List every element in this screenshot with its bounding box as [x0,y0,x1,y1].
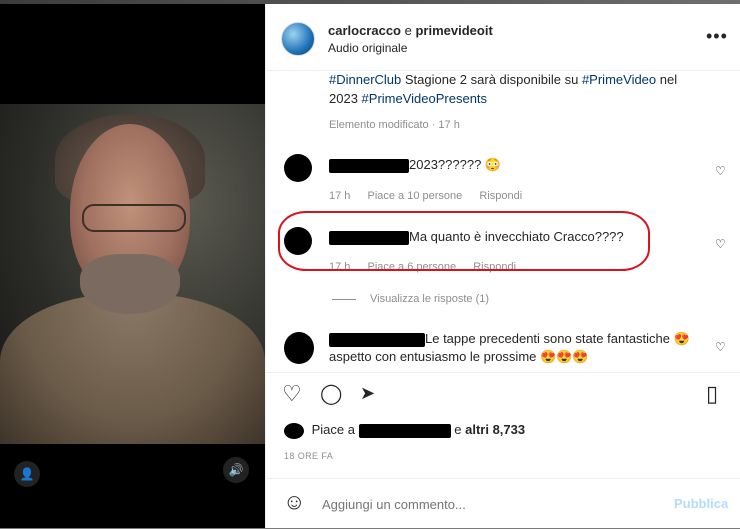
comment-likes[interactable]: Piace a 10 persone [367,190,462,202]
hashtag-link[interactable]: #PrimeVideo [582,72,656,87]
liker-avatar-redacted [284,422,304,439]
comment-input[interactable] [320,496,624,513]
post-actions: ♡ ◯ ➤ ▯ [266,372,740,419]
author-joiner: e [404,23,412,38]
volume-icon[interactable]: 🔊 [223,457,249,483]
redacted-liker-name[interactable] [358,423,451,438]
edited-label: Elemento modificato · 17 h [329,119,460,131]
like-comment-heart-icon[interactable]: ♡ [715,164,726,178]
add-comment-bar: ☺ Pubblica [266,478,740,529]
audio-label[interactable]: Audio originale [328,41,407,55]
view-replies-label: Visualizza le risposte (1) [370,293,490,305]
comment-body-line2: aspetto con entusiasmo le prossime 😍😍😍 [329,349,589,364]
comment-meta: 17 h Piace a 10 persone Rispondi [329,190,536,202]
reply-button[interactable]: Rispondi [479,190,522,202]
comment-bubble-icon[interactable]: ◯ [320,381,342,406]
likes-prefix: Piace a [311,422,355,437]
emoji-icon[interactable]: ☺ [283,489,305,515]
post-timestamp[interactable]: 18 ORE FA [284,451,333,461]
share-icon[interactable]: ➤ [360,383,375,404]
post-panel: carlocracco e primevideoit Audio origina… [265,4,740,528]
post-photo [0,104,265,444]
caption-text: Stagione 2 sarà disponibile su [401,72,582,87]
comment-body: Le tappe precedenti sono state fantastic… [425,331,690,346]
commenter-avatar-redacted[interactable] [284,332,314,364]
comment-body: 2023?????? 😳 [409,157,502,172]
author-names: carlocracco e primevideoit [328,23,493,38]
hashtag-link[interactable]: #DinnerClub [329,72,401,87]
like-heart-icon[interactable]: ♡ [282,381,302,407]
redacted-username[interactable] [329,158,409,173]
author-avatar[interactable] [281,22,315,56]
comment-text: 2023?????? 😳 [329,156,501,174]
comment-time: 17 h [329,190,351,202]
view-replies[interactable]: Visualizza le risposte (1) [332,293,489,305]
save-bookmark-icon[interactable]: ▯ [706,381,718,407]
author-link-2[interactable]: primevideoit [415,23,492,38]
redacted-username[interactable] [329,332,425,347]
post-header: carlocracco e primevideoit Audio origina… [266,4,740,71]
like-comment-heart-icon[interactable]: ♡ [715,340,726,354]
post-media[interactable]: 👤 🔊 [0,4,265,528]
likes-summary[interactable]: Piace a e altri 8,733 [284,422,525,439]
commenter-avatar-redacted[interactable] [284,154,312,182]
red-highlight-ellipse [278,211,650,271]
likes-joiner: e [454,422,462,437]
author-link-1[interactable]: carlocracco [328,23,401,38]
comment-text: Le tappe precedenti sono state fantastic… [329,330,690,366]
hashtag-link[interactable]: #PrimeVideoPresents [362,91,488,106]
person-glasses [82,204,186,232]
person-body [0,294,265,444]
replies-divider [332,298,356,300]
person-beard [80,254,180,314]
post-caption: #DinnerClub Stagione 2 sarà disponibile … [329,70,709,108]
like-comment-heart-icon[interactable]: ♡ [715,237,726,251]
publish-button[interactable]: Pubblica [674,496,728,511]
tagged-user-icon[interactable]: 👤 [14,461,40,487]
likes-others[interactable]: altri 8,733 [465,422,525,437]
more-options-icon[interactable]: ••• [706,26,728,47]
